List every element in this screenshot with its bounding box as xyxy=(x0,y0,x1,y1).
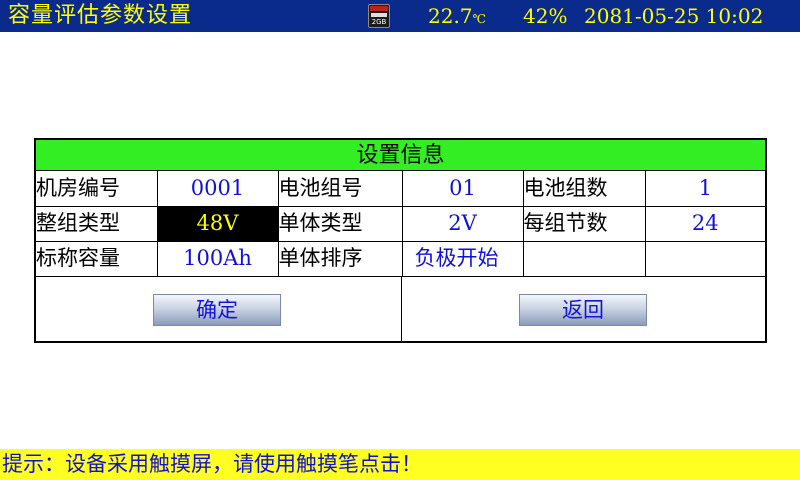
room-number-label: 机房编号 xyxy=(36,171,158,207)
panel-title: 设置信息 xyxy=(36,140,765,171)
button-divider xyxy=(401,277,402,342)
button-area: 确定 返回 xyxy=(36,276,765,342)
temperature-unit: ℃ xyxy=(472,12,486,26)
settings-row: 机房编号 0001 电池组号 01 电池组数 1 xyxy=(36,171,765,207)
cells-per-group-field[interactable]: 24 xyxy=(644,205,765,242)
nominal-capacity-label: 标称容量 xyxy=(36,240,158,277)
empty-label-cell xyxy=(522,240,646,277)
battery-group-number-field[interactable]: 01 xyxy=(401,171,524,207)
battery-group-number-label: 电池组号 xyxy=(277,171,403,207)
cell-order-label: 单体排序 xyxy=(277,240,403,277)
battery-group-count-field[interactable]: 1 xyxy=(644,171,765,207)
room-number-field[interactable]: 0001 xyxy=(156,171,279,207)
settings-grid: 机房编号 0001 电池组号 01 电池组数 1 整组类型 48V 单体类型 2… xyxy=(36,171,765,277)
cell-order-field[interactable]: 负极开始 xyxy=(401,240,524,277)
page-title: 容量评估参数设置 xyxy=(8,3,193,28)
back-button[interactable]: 返回 xyxy=(519,294,647,326)
temperature-value: 22.7 xyxy=(428,4,473,28)
settings-panel: 设置信息 机房编号 0001 电池组号 01 电池组数 1 整组类型 48V 单… xyxy=(34,138,767,343)
cell-type-field[interactable]: 2V xyxy=(401,205,524,242)
sd-card-capacity: 2GB xyxy=(371,18,387,26)
hint-text: 提示：设备采用触摸屏，请使用触摸笔点击！ xyxy=(2,452,422,476)
confirm-button[interactable]: 确定 xyxy=(153,294,281,326)
datetime-readout: 2081-05-25 10:02 xyxy=(584,4,764,28)
humidity-readout: 42% xyxy=(523,4,568,28)
cell-type-label: 单体类型 xyxy=(277,205,403,242)
sd-card-icon: 2GB xyxy=(368,4,390,28)
battery-group-count-label: 电池组数 xyxy=(522,171,646,207)
settings-row: 整组类型 48V 单体类型 2V 每组节数 24 xyxy=(36,205,765,242)
group-type-field[interactable]: 48V xyxy=(156,205,279,242)
temperature-readout: 22.7℃ xyxy=(428,3,486,32)
sd-card-stripe xyxy=(371,13,387,17)
nominal-capacity-field[interactable]: 100Ah xyxy=(156,240,279,277)
title-bar: 容量评估参数设置 2GB 22.7℃ 42% 2081-05-25 10:02 xyxy=(0,0,800,32)
group-type-label: 整组类型 xyxy=(36,205,158,242)
sd-card-label-strip xyxy=(370,6,388,11)
settings-row: 标称容量 100Ah 单体排序 负极开始 xyxy=(36,240,765,277)
cells-per-group-label: 每组节数 xyxy=(522,205,646,242)
empty-value-cell xyxy=(644,240,765,277)
hint-bar: 提示：设备采用触摸屏，请使用触摸笔点击！ xyxy=(0,449,800,480)
